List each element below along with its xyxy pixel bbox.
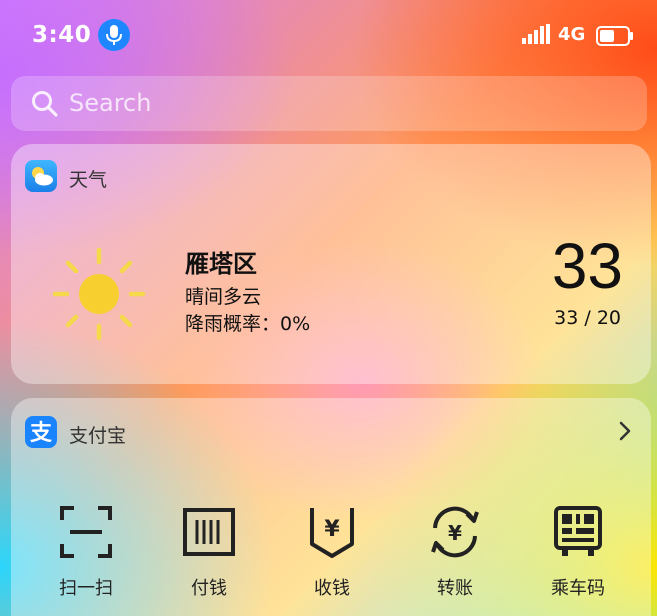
- battery-icon: [596, 26, 633, 46]
- barcode-pay-icon: [183, 508, 235, 556]
- mic-icon[interactable]: [98, 19, 130, 51]
- action-receive[interactable]: ¥ 收钱: [277, 504, 387, 614]
- clock: 3:40: [32, 22, 92, 48]
- sun-icon: [52, 247, 146, 341]
- weather-app-icon: [25, 160, 57, 192]
- action-label: 转账: [437, 578, 473, 599]
- action-label: 收钱: [314, 578, 350, 599]
- network-type: 4G: [558, 24, 586, 45]
- rain-chance: 降雨概率：0%: [185, 313, 311, 335]
- alipay-icon: 支: [25, 416, 57, 448]
- temperature-range: 33 / 20: [554, 307, 621, 329]
- action-transfer[interactable]: ¥ 转账: [400, 504, 510, 614]
- status-bar: 3:40 4G: [0, 0, 657, 70]
- alipay-widget: 支 支付宝 扫一扫 付钱 ¥ 收钱 ¥ 转账 乘车码: [11, 398, 651, 616]
- action-label: 扫一扫: [59, 578, 113, 599]
- transfer-icon: ¥: [431, 506, 479, 558]
- action-transit[interactable]: 乘车码: [523, 504, 633, 614]
- receive-money-icon: ¥: [310, 508, 354, 558]
- weather-widget[interactable]: 天气 雁塔区 晴间多云 降雨概率：0% 33 33 / 20: [11, 144, 651, 384]
- alipay-app-name: 支付宝: [69, 425, 127, 447]
- svg-text:¥: ¥: [448, 521, 462, 545]
- action-pay[interactable]: 付钱: [154, 504, 264, 614]
- search-bar[interactable]: Search: [11, 76, 647, 131]
- weather-condition: 晴间多云: [185, 286, 262, 308]
- signal-icon: [522, 24, 550, 44]
- action-label: 乘车码: [551, 578, 605, 599]
- scan-icon: [60, 506, 112, 558]
- svg-text:¥: ¥: [324, 517, 340, 542]
- action-label: 付钱: [191, 578, 227, 599]
- action-scan[interactable]: 扫一扫: [31, 504, 141, 614]
- chevron-right-icon[interactable]: [619, 421, 631, 441]
- search-placeholder: Search: [69, 89, 152, 117]
- search-icon: [32, 91, 58, 117]
- transit-code-icon: [554, 506, 602, 556]
- weather-app-name: 天气: [69, 169, 108, 191]
- weather-location: 雁塔区: [185, 250, 257, 278]
- svg-text:支: 支: [30, 421, 53, 446]
- current-temperature: 33: [551, 230, 623, 302]
